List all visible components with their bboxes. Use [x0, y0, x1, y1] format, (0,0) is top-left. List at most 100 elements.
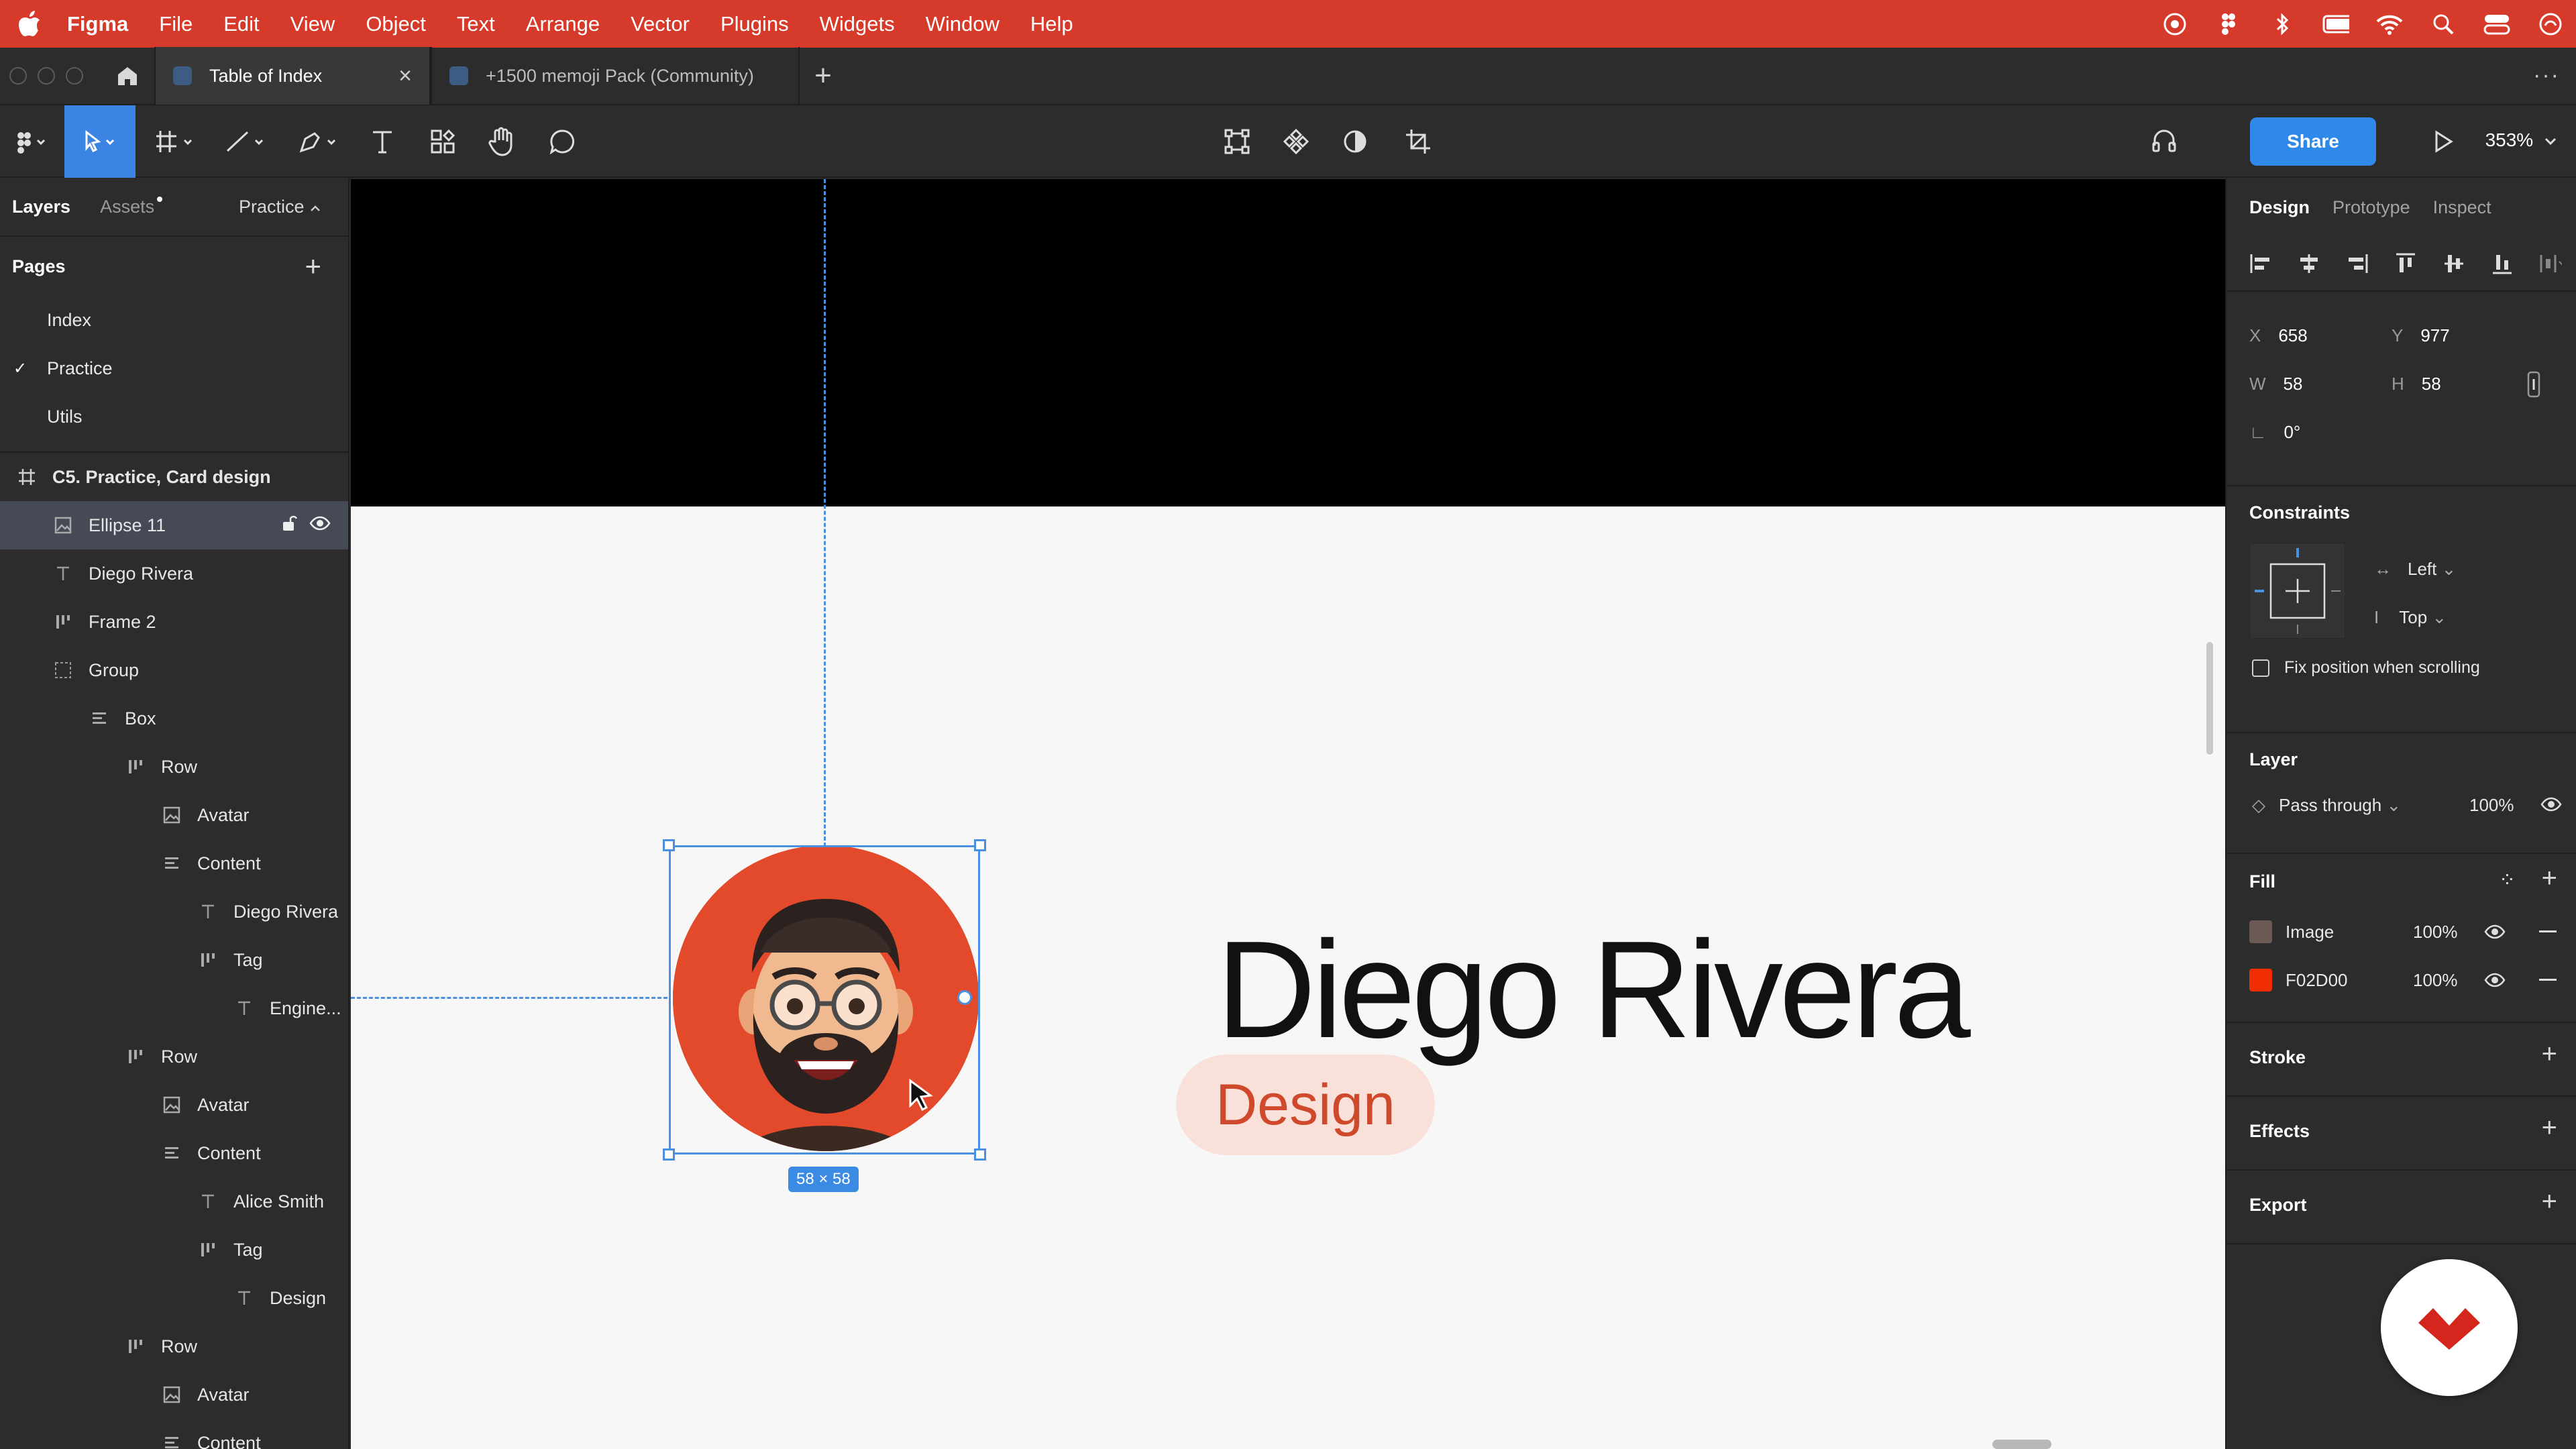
fix-position-checkbox[interactable]: Fix position when scrolling — [2252, 658, 2480, 678]
bluetooth-icon[interactable] — [2269, 11, 2296, 38]
tab-memoji-pack[interactable]: +1500 memoji Pack (Community) — [431, 47, 800, 105]
zoom-dropdown[interactable]: 353% — [2485, 129, 2557, 151]
figma-icon[interactable] — [2215, 11, 2242, 38]
layer-item[interactable]: Content — [0, 839, 348, 888]
blend-mode-dropdown[interactable]: ◇ Pass through ⌄ — [2252, 795, 2401, 816]
rotation-field[interactable]: ∟ 0° — [2249, 422, 2300, 443]
comment-tool-button[interactable] — [543, 105, 581, 178]
menu-object[interactable]: Object — [366, 12, 426, 36]
apple-menu-icon[interactable] — [15, 9, 44, 39]
layer-item[interactable]: Row — [0, 1322, 348, 1371]
layer-item[interactable]: Diego Rivera — [0, 549, 348, 598]
layer-item[interactable]: Content — [0, 1129, 348, 1177]
align-center-h-icon[interactable] — [2298, 252, 2320, 275]
layer-item[interactable]: Frame 2 — [0, 598, 348, 646]
edit-object-icon[interactable] — [1218, 105, 1256, 178]
layer-item[interactable]: Box — [0, 694, 348, 743]
battery-icon[interactable] — [2322, 11, 2349, 38]
menu-edit[interactable]: Edit — [223, 12, 259, 36]
constraints-widget[interactable] — [2251, 544, 2345, 638]
control-center-icon[interactable] — [2483, 11, 2510, 38]
main-menu-button[interactable] — [5, 105, 58, 178]
eye-icon[interactable] — [2484, 924, 2506, 943]
fill-row-image[interactable]: Image 100% — [2249, 918, 2500, 945]
arc-handle[interactable] — [957, 990, 972, 1005]
component-icon[interactable] — [1277, 105, 1315, 178]
canvas-design-tag[interactable]: Design — [1176, 1055, 1435, 1155]
menu-app-figma[interactable]: Figma — [67, 12, 128, 36]
page-item-index[interactable]: Index — [0, 296, 348, 344]
frame-tool-button[interactable] — [149, 105, 205, 178]
audio-chat-icon[interactable] — [2145, 105, 2183, 178]
y-field[interactable]: Y 977 — [2392, 325, 2450, 346]
resize-handle-bottom-right[interactable] — [974, 1148, 986, 1161]
move-tool-button[interactable] — [64, 105, 136, 178]
layer-item[interactable]: Ellipse 11 — [0, 501, 348, 549]
page-picker[interactable]: Practice — [239, 197, 321, 217]
tab-table-of-index[interactable]: Table of Index × — [154, 47, 431, 105]
align-left-icon[interactable] — [2249, 252, 2272, 275]
add-export-icon[interactable]: + — [2542, 1187, 2557, 1217]
tab-prototype[interactable]: Prototype — [2332, 197, 2410, 218]
menu-widgets[interactable]: Widgets — [820, 12, 895, 36]
mask-icon[interactable] — [1336, 105, 1374, 178]
layer-item[interactable]: Diego Rivera — [0, 888, 348, 936]
width-field[interactable]: W 58 — [2249, 374, 2302, 394]
layer-item[interactable]: Avatar — [0, 1081, 348, 1129]
canvas-name-text[interactable]: Diego Rivera — [1216, 920, 1971, 1059]
color-swatch[interactable] — [2249, 969, 2272, 991]
vertical-scrollbar[interactable] — [2206, 642, 2213, 755]
layer-item[interactable]: Design — [0, 1274, 348, 1322]
text-tool-button[interactable] — [364, 105, 401, 178]
resources-tool-button[interactable] — [424, 105, 462, 178]
resize-handle-bottom-left[interactable] — [663, 1148, 675, 1161]
align-center-v-icon[interactable] — [2443, 252, 2465, 275]
page-item-practice[interactable]: ✓ Practice — [0, 344, 348, 392]
line-tool-button[interactable] — [220, 105, 276, 178]
share-button[interactable]: Share — [2250, 117, 2376, 166]
tab-design[interactable]: Design — [2249, 197, 2310, 218]
page-item-utils[interactable]: Utils — [0, 392, 348, 441]
add-effect-icon[interactable]: + — [2542, 1113, 2557, 1143]
x-field[interactable]: X 658 — [2249, 325, 2308, 346]
distribute-icon[interactable] — [2539, 252, 2562, 275]
menu-vector[interactable]: Vector — [631, 12, 690, 36]
add-fill-icon[interactable]: + — [2542, 863, 2557, 894]
menu-plugins[interactable]: Plugins — [720, 12, 789, 36]
resize-handle-top-right[interactable] — [974, 839, 986, 851]
menu-window[interactable]: Window — [926, 12, 1000, 36]
wifi-icon[interactable] — [2376, 11, 2403, 38]
close-window-button[interactable] — [9, 67, 27, 85]
constraint-horizontal-dropdown[interactable]: ↔ Left ⌄ — [2374, 559, 2456, 580]
layer-item[interactable]: Avatar — [0, 791, 348, 839]
layer-item[interactable]: Tag — [0, 1226, 348, 1274]
add-stroke-icon[interactable]: + — [2542, 1039, 2557, 1069]
layer-opacity-field[interactable]: 100% — [2469, 795, 2514, 816]
search-icon[interactable] — [2430, 11, 2457, 38]
eye-icon[interactable] — [2540, 796, 2562, 816]
constrain-proportions-icon[interactable] — [2526, 371, 2542, 402]
new-tab-button[interactable]: + — [800, 47, 847, 105]
floating-logo-button[interactable] — [2381, 1259, 2518, 1396]
zoom-window-button[interactable] — [66, 67, 83, 85]
layer-item[interactable]: Content — [0, 1419, 348, 1449]
minimize-window-button[interactable] — [38, 67, 55, 85]
crop-icon[interactable] — [1399, 105, 1437, 178]
menu-text[interactable]: Text — [457, 12, 495, 36]
close-icon[interactable]: × — [398, 63, 412, 89]
eye-icon[interactable] — [309, 515, 331, 536]
unlock-icon[interactable] — [281, 514, 298, 537]
layer-item[interactable]: Group — [0, 646, 348, 694]
design-canvas[interactable]: 58 × 58 Diego Rivera Design — [351, 179, 2225, 1449]
image-swatch[interactable] — [2249, 920, 2272, 943]
hand-tool-button[interactable] — [483, 105, 521, 178]
align-bottom-icon[interactable] — [2491, 252, 2514, 275]
pen-tool-button[interactable] — [292, 105, 349, 178]
tab-layers[interactable]: Layers — [12, 197, 70, 217]
eye-icon[interactable] — [2484, 972, 2506, 991]
layer-item[interactable]: Row — [0, 743, 348, 791]
layer-item-frame[interactable]: C5. Practice, Card design — [0, 453, 348, 501]
menu-arrange[interactable]: Arrange — [526, 12, 600, 36]
more-icon[interactable]: ··· — [2533, 62, 2560, 89]
present-icon[interactable] — [2424, 105, 2462, 178]
